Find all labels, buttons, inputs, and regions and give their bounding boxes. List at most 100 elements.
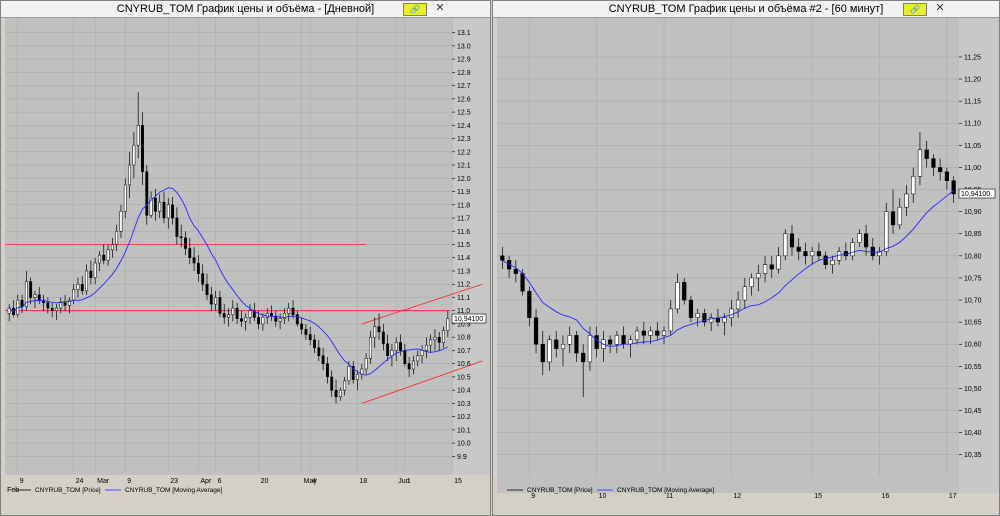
y-tick-label: 10.2 (457, 414, 471, 421)
candle-body (796, 246, 801, 252)
candle-body (668, 308, 673, 332)
candle-body (239, 318, 243, 322)
candle-body (540, 343, 545, 363)
candle-body (527, 290, 532, 318)
y-tick-label: 10.3 (457, 401, 471, 408)
candle-body (257, 317, 261, 325)
candle-body (321, 355, 325, 364)
candle-body (89, 270, 93, 278)
y-tick-label: 11,20 (964, 77, 981, 84)
y-tick-label: 10.4 (457, 388, 471, 395)
candle-body (98, 254, 101, 264)
y-tick-label: 12.0 (457, 176, 471, 183)
candle-body (373, 326, 377, 338)
candle-body (394, 342, 398, 351)
hourly-chart-window[interactable]: CNYRUB_TOM График цены и объёма #2 - [60… (492, 0, 1000, 516)
y-tick-label: 12.5 (457, 110, 471, 117)
candle-body (46, 302, 50, 309)
candle-body (222, 313, 226, 318)
x-tick-label: 16 (882, 493, 890, 500)
x-axis-ticks: 910111215161718192223 (531, 493, 957, 500)
daily-chart-title: CNYRUB_TOM График цены и объёма - [Дневн… (116, 3, 375, 15)
y-tick-label: 12.2 (457, 149, 471, 156)
candle-body (581, 352, 586, 363)
candle-body (567, 335, 572, 345)
y-tick-label: 10,65 (964, 320, 982, 327)
pin-icon[interactable]: 🔗 (403, 3, 427, 16)
hourly-chart-title: CNYRUB_TOM График цены и объёма #2 - [60… (608, 3, 884, 15)
plot-area (497, 18, 959, 493)
candle-body (816, 251, 822, 257)
daily-chart-window[interactable]: CNYRUB_TOM График цены и объёма - [Дневн… (0, 0, 491, 516)
candle-body (783, 233, 788, 257)
y-tick-label: 10,80 (964, 253, 982, 260)
candle-body (938, 167, 943, 173)
candle-body (587, 335, 593, 363)
candle-body (59, 302, 63, 309)
candle-body (390, 350, 394, 356)
y-tick-label: 11,25 (964, 54, 981, 61)
x-tick-label: 9 (531, 493, 535, 500)
candle-body (634, 330, 640, 341)
candle-body (291, 307, 295, 315)
candle-body (325, 363, 329, 378)
candle-body (377, 326, 381, 333)
y-tick-label: 12.8 (457, 70, 471, 77)
candle-body (682, 282, 687, 301)
candle-body (110, 244, 114, 251)
candle-body (863, 233, 869, 248)
x-tick-label: 20 (261, 478, 269, 485)
candle-body (695, 313, 700, 318)
y-tick-label: 11.7 (457, 216, 470, 223)
y-tick-label: 11.9 (457, 189, 470, 196)
candle-body (287, 307, 291, 314)
candle-body (153, 197, 157, 212)
candle-body (115, 231, 119, 245)
x-tick-label: 18 (360, 478, 368, 485)
candle-body (722, 317, 727, 323)
candle-body (830, 260, 835, 265)
pin-icon[interactable]: 🔗 (903, 3, 927, 16)
x-tick-label: 4 (312, 478, 316, 485)
candle-body (513, 268, 518, 274)
close-icon[interactable]: ✕ (933, 2, 947, 15)
candle-body (403, 350, 407, 364)
legend: CNYRUB_TOM [Price] CNYRUB_TOM [Moving Av… (15, 487, 222, 494)
candle-body (313, 339, 316, 349)
candle-body (20, 299, 24, 307)
y-tick-label: 10.0 (457, 441, 471, 448)
y-tick-label: 11,05 (964, 143, 981, 150)
candle-body (594, 335, 599, 349)
y-tick-label: 11.5 (457, 242, 470, 249)
candle-body (196, 262, 200, 274)
candle-body (235, 307, 239, 319)
close-icon[interactable]: ✕ (433, 2, 447, 15)
candle-body (265, 313, 269, 318)
candle-body (80, 283, 84, 292)
candle-body (407, 363, 411, 370)
x-tick-label: 15 (454, 478, 462, 485)
candle-body (128, 164, 132, 186)
candle-body (810, 251, 815, 257)
candle-body (55, 307, 58, 311)
candle-body (282, 313, 286, 319)
daily-candlestick-chart: 13.1 13.0 12.9 12.8 12.7 12.6 12.5 12.4 12.3 12.2… (5, 18, 490, 494)
candle-body (205, 283, 209, 296)
hourly-chart-titlebar[interactable]: CNYRUB_TOM График цены и объёма #2 - [60… (493, 1, 999, 18)
legend-ma-label: CNYRUB_TOM [Moving Average] (125, 487, 222, 494)
y-tick-label: 10.6 (457, 361, 471, 368)
y-tick-label: 12.3 (457, 136, 471, 143)
candle-body (769, 264, 774, 270)
candle-body (347, 366, 351, 382)
candle-body (248, 310, 252, 318)
candle-body (924, 149, 929, 159)
x-tick-label: 17 (949, 493, 957, 500)
candle-body (300, 323, 304, 330)
candle-body (33, 294, 37, 298)
candle-body (123, 184, 127, 212)
candle-body (136, 125, 140, 146)
candle-body (218, 297, 222, 314)
candle-body (931, 158, 936, 168)
candle-body (72, 289, 76, 301)
daily-chart-titlebar[interactable]: CNYRUB_TOM График цены и объёма - [Дневн… (1, 1, 490, 18)
